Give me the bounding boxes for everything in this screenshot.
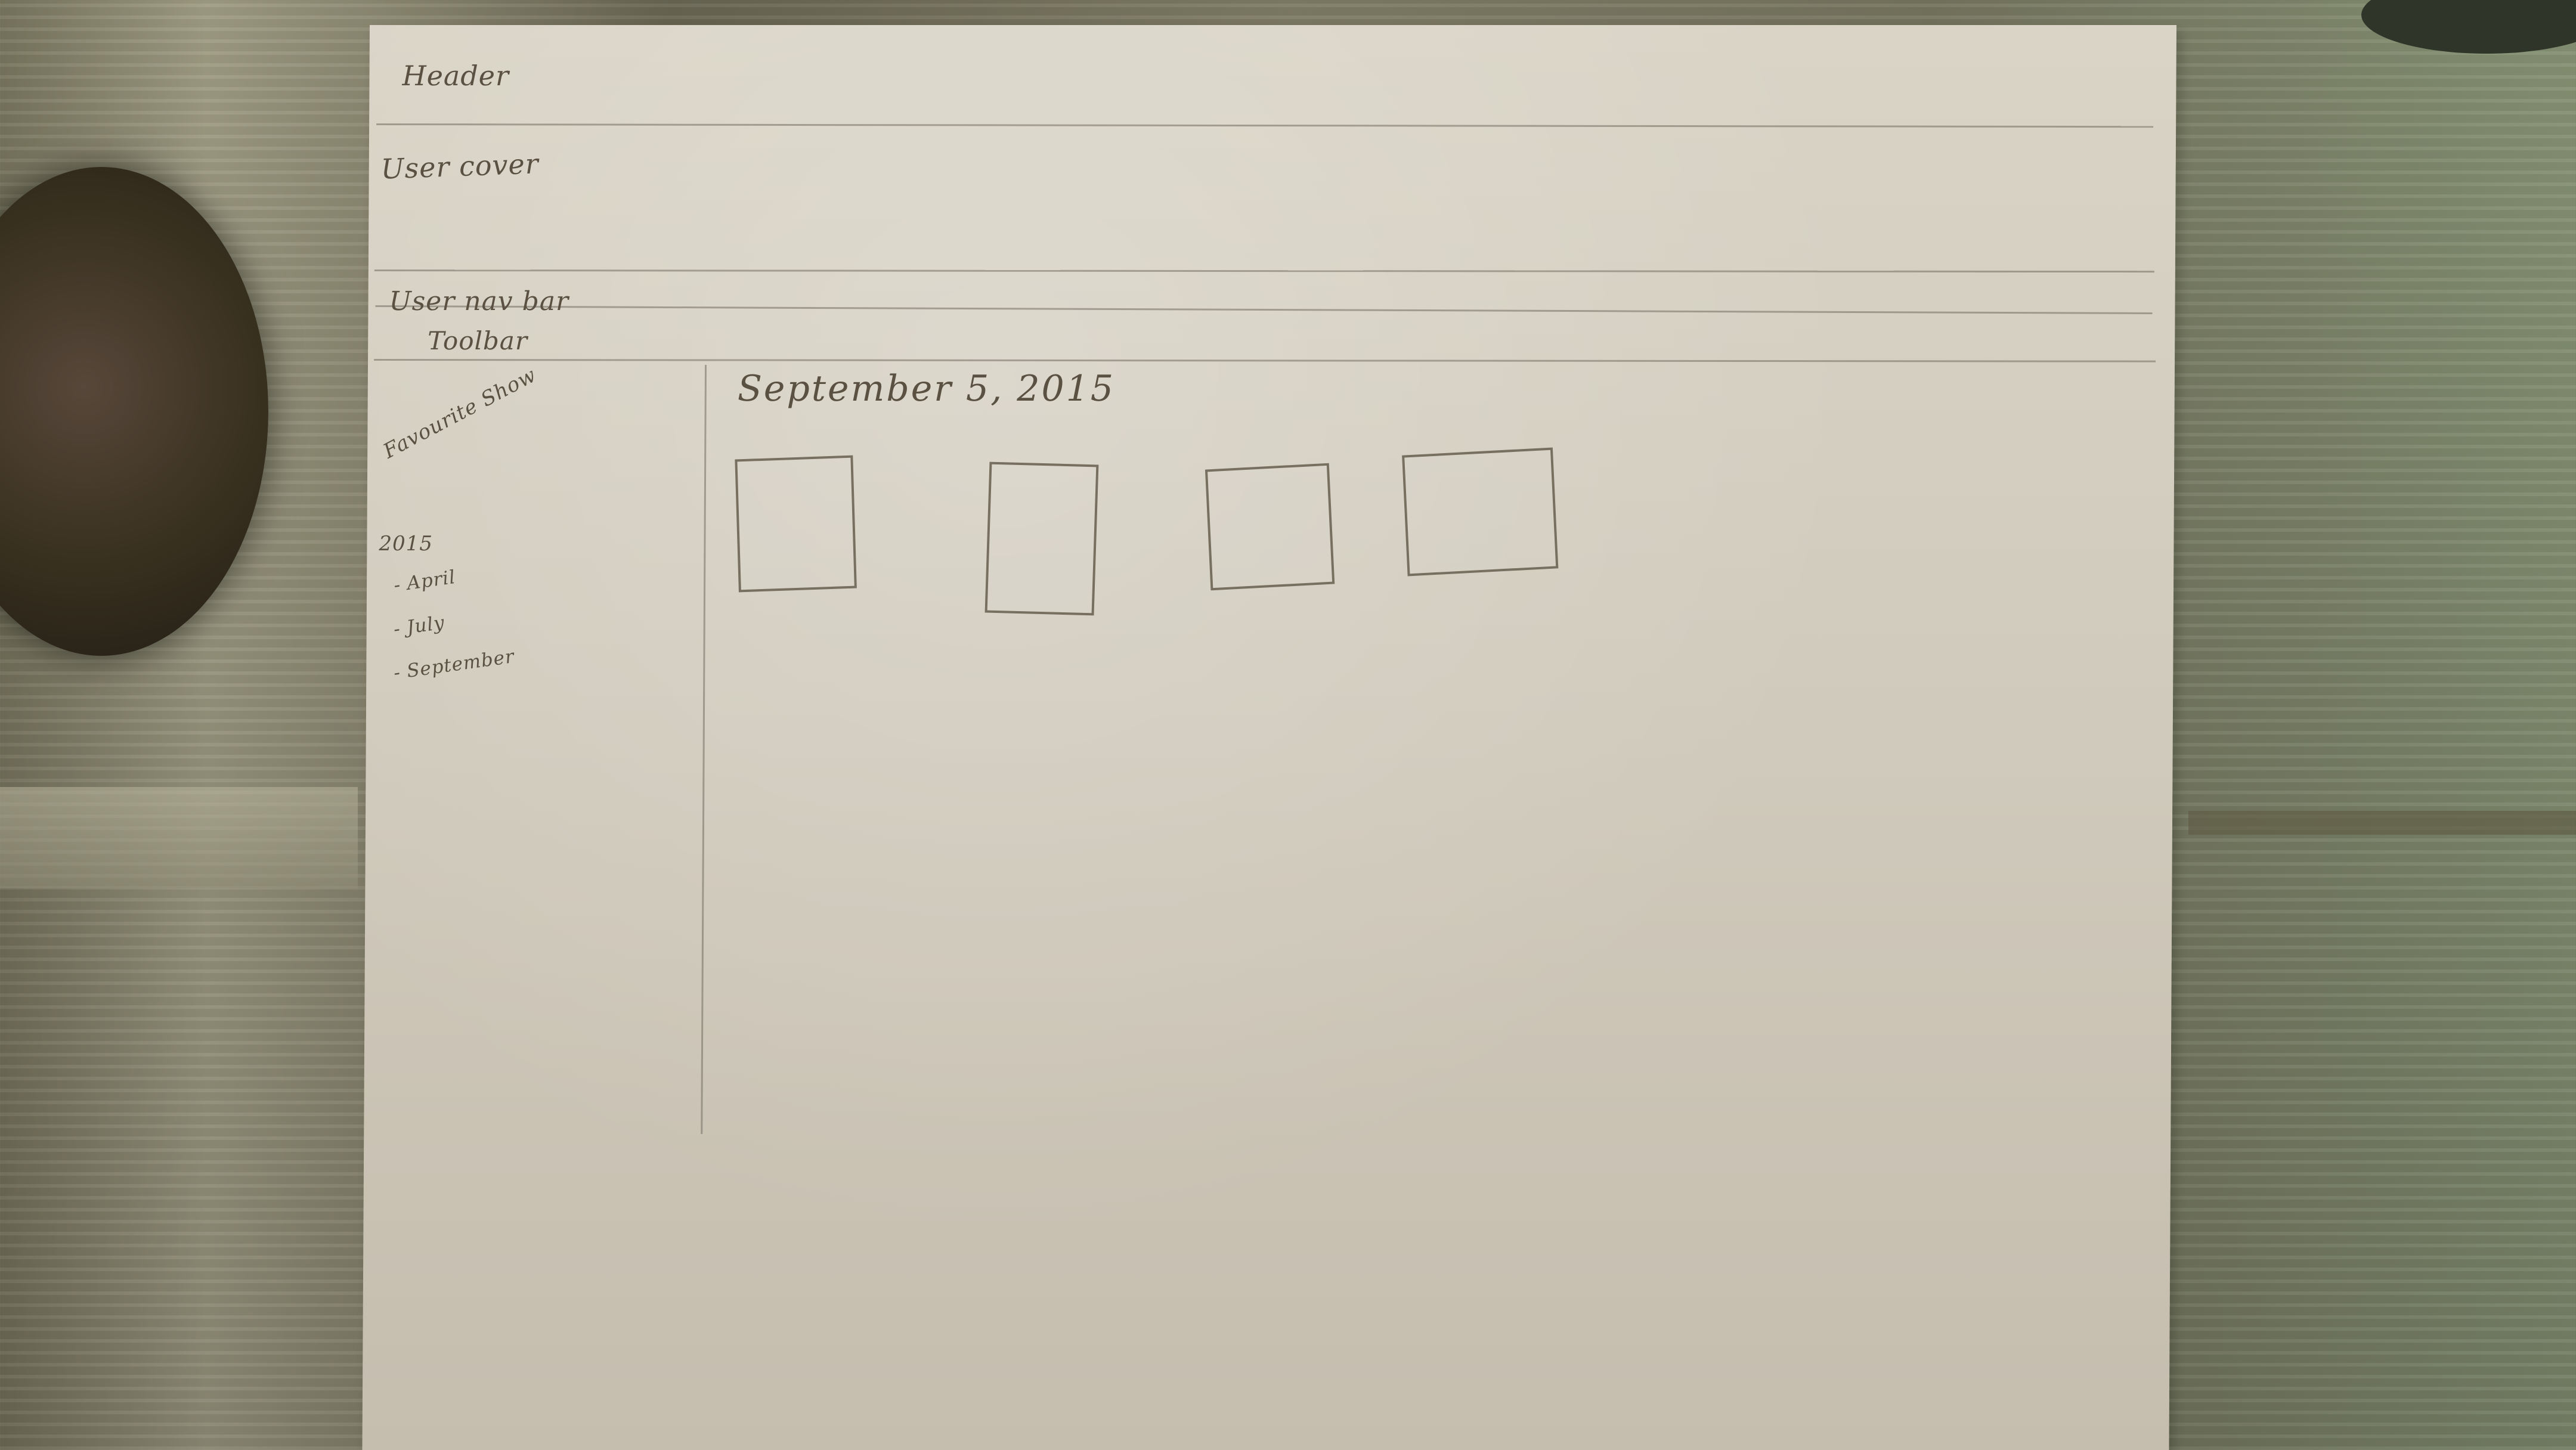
header-label: Header bbox=[402, 60, 510, 92]
cover-divider bbox=[374, 269, 2154, 273]
content-date-heading: September 5, 2015 bbox=[737, 368, 1116, 410]
navbar-divider bbox=[375, 305, 2153, 314]
sidebar-month-april: - April bbox=[392, 566, 457, 597]
sidebar-month-september: - September bbox=[392, 645, 516, 684]
content-thumbnail bbox=[735, 455, 857, 593]
content-thumbnail bbox=[1402, 447, 1559, 577]
sidebar-month-july: - July bbox=[392, 612, 446, 640]
user-navbar-label: User nav bar bbox=[389, 286, 569, 317]
wood-plank-gap bbox=[2188, 811, 2576, 835]
sidebar-section-label: Favourite Show bbox=[379, 362, 541, 464]
sidebar-year: 2015 bbox=[379, 532, 434, 556]
content-thumbnail bbox=[1205, 463, 1335, 591]
header-divider bbox=[376, 123, 2154, 128]
toolbar-label: Toolbar bbox=[428, 326, 528, 355]
content-thumbnail bbox=[984, 461, 1099, 616]
wood-plank bbox=[0, 787, 358, 888]
sketch-paper: Header User cover User nav bar Toolbar F… bbox=[362, 25, 2177, 1450]
user-cover-label: User cover bbox=[380, 147, 540, 185]
sidebar-divider bbox=[701, 365, 707, 1134]
toolbar-divider bbox=[374, 359, 2156, 362]
